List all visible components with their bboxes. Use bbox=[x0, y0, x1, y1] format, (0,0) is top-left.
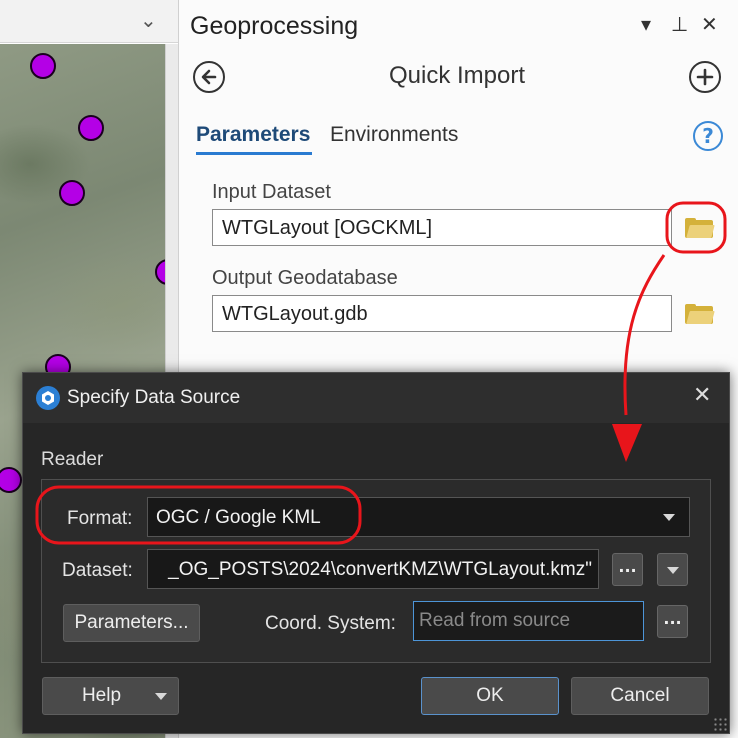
dataset-browse-button[interactable]: ... bbox=[612, 553, 643, 586]
dataset-label: Dataset: bbox=[62, 560, 133, 581]
map-point[interactable] bbox=[30, 53, 56, 79]
parameters-button[interactable]: Parameters... bbox=[63, 604, 200, 642]
ok-button[interactable]: OK bbox=[421, 677, 559, 715]
input-dataset-label: Input Dataset bbox=[212, 181, 331, 203]
cancel-button[interactable]: Cancel bbox=[571, 677, 709, 715]
dialog-title: Specify Data Source bbox=[67, 387, 241, 408]
plus-icon bbox=[696, 68, 714, 86]
help-icon[interactable]: ? bbox=[693, 121, 723, 151]
format-select[interactable]: OGC / Google KML bbox=[147, 497, 690, 537]
folder-open-icon[interactable] bbox=[685, 304, 715, 324]
dataset-input[interactable]: _OG_POSTS\2024\convertKMZ\WTGLayout.kmz" bbox=[147, 549, 599, 589]
pane-title: Geoprocessing bbox=[190, 12, 359, 40]
dataset-value: _OG_POSTS\2024\convertKMZ\WTGLayout.kmz" bbox=[168, 559, 592, 580]
close-icon[interactable]: ✕ bbox=[693, 383, 711, 408]
tool-title: Quick Import bbox=[388, 62, 526, 89]
tab-environments[interactable]: Environments bbox=[330, 123, 458, 147]
app-logo-icon bbox=[36, 386, 60, 410]
active-tab-indicator bbox=[196, 152, 312, 155]
help-button-label: Help bbox=[81, 685, 122, 706]
pane-menu-icon[interactable]: ▾ bbox=[641, 12, 651, 36]
chevron-down-icon bbox=[667, 567, 679, 574]
chevron-down-icon[interactable] bbox=[663, 514, 675, 521]
pin-icon[interactable]: ⊥ bbox=[671, 12, 688, 36]
output-geodatabase-label: Output Geodatabase bbox=[212, 267, 398, 289]
tab-parameters[interactable]: Parameters bbox=[196, 123, 310, 147]
coord-system-browse-button[interactable]: ... bbox=[657, 605, 688, 638]
chevron-down-icon[interactable] bbox=[155, 693, 167, 700]
specify-data-source-dialog: Specify Data Source ✕ Reader Format: OGC… bbox=[22, 372, 730, 734]
coord-system-input[interactable]: Read from source bbox=[413, 601, 644, 641]
output-geodatabase-field[interactable]: WTGLayout.gdb bbox=[212, 295, 672, 332]
dataset-dropdown-button[interactable] bbox=[657, 553, 688, 586]
map-tab-bar: ⌄ bbox=[0, 0, 178, 43]
input-dataset-field[interactable]: WTGLayout [OGCKML] bbox=[212, 209, 672, 246]
help-button[interactable]: Help bbox=[42, 677, 179, 715]
format-value: OGC / Google KML bbox=[156, 507, 321, 528]
map-point[interactable] bbox=[78, 115, 104, 141]
add-button[interactable] bbox=[689, 61, 721, 93]
map-point[interactable] bbox=[155, 259, 165, 285]
chevron-down-icon[interactable]: ⌄ bbox=[140, 8, 157, 32]
folder-open-icon[interactable] bbox=[685, 218, 715, 238]
coord-system-label: Coord. System: bbox=[265, 613, 396, 634]
resize-grip[interactable] bbox=[713, 717, 727, 731]
dialog-titlebar[interactable]: Specify Data Source ✕ bbox=[23, 373, 729, 423]
reader-group-label: Reader bbox=[41, 449, 104, 470]
close-icon[interactable]: ✕ bbox=[701, 12, 718, 36]
map-point[interactable] bbox=[0, 467, 22, 493]
format-label: Format: bbox=[67, 508, 133, 529]
map-point[interactable] bbox=[59, 180, 85, 206]
